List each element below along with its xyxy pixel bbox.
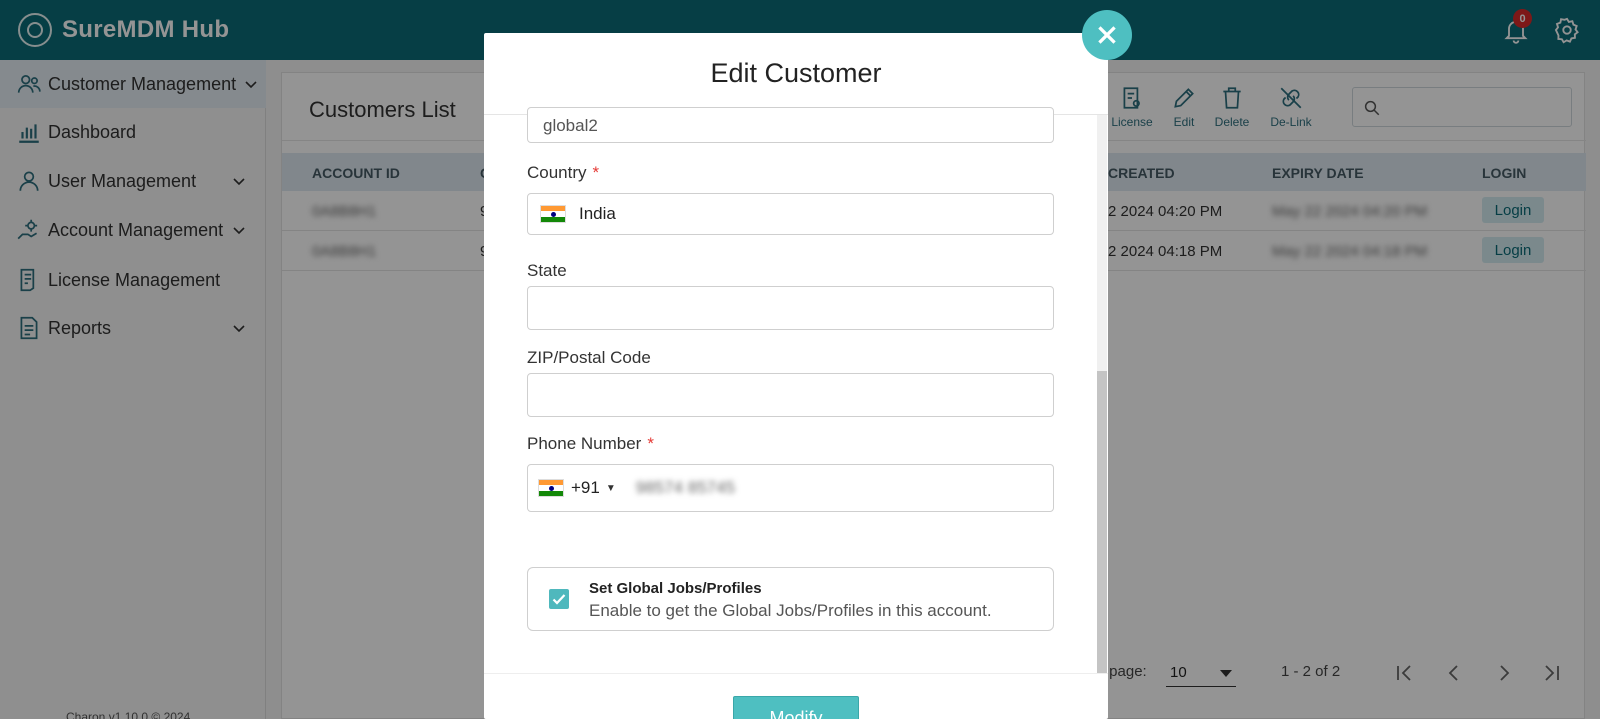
required-marker: * [592,163,600,182]
caret-down-icon[interactable]: ▼ [606,483,616,494]
global-jobs-description: Enable to get the Global Jobs/Profiles i… [589,601,992,620]
phone-label: Phone Number * [527,434,654,454]
dialog-title: Edit Customer [710,58,882,88]
global-jobs-title: Set Global Jobs/Profiles [589,580,762,597]
state-input[interactable] [527,286,1054,330]
account-name-value: global2 [543,116,598,135]
close-dialog-button[interactable] [1082,10,1132,60]
country-label: Country * [527,163,599,183]
global-jobs-option[interactable]: Set Global Jobs/Profiles Enable to get t… [527,567,1054,631]
phone-country-code[interactable]: +91 [571,478,600,498]
india-flag-icon [540,205,566,223]
phone-number-value: 98574 85745 [635,478,736,497]
zip-input[interactable] [527,373,1054,417]
account-name-field[interactable]: global2 [527,107,1054,143]
checkmark-icon [552,594,566,605]
scrollbar-thumb[interactable] [1097,371,1107,673]
zip-label: ZIP/Postal Code [527,348,651,367]
required-marker: * [647,434,654,453]
close-icon [1098,26,1116,44]
country-value: India [579,204,616,223]
edit-customer-dialog: Edit Customer global2 Country * India Sta… [484,33,1108,719]
country-label-text: Country [527,163,587,182]
dialog-body: global2 Country * India State ZIP/Postal … [484,107,1108,673]
global-jobs-checkbox[interactable] [549,589,569,609]
modify-button[interactable]: Modify [733,696,859,719]
state-label: State [527,261,567,280]
dialog-footer: Modify [484,673,1108,719]
phone-label-text: Phone Number [527,434,642,453]
india-flag-icon[interactable] [538,479,564,497]
phone-input[interactable]: +91 ▼ 98574 85745 [527,464,1054,512]
dialog-header: Edit Customer [484,33,1108,115]
country-select[interactable]: India [527,193,1054,235]
